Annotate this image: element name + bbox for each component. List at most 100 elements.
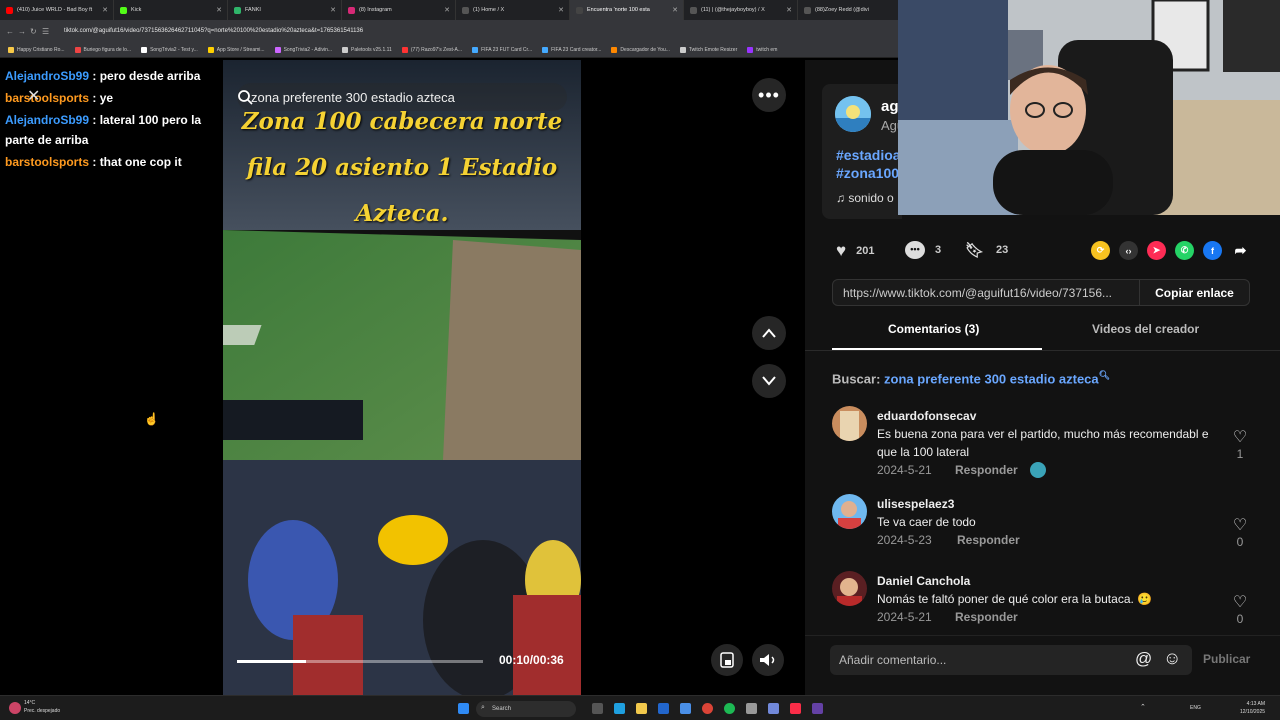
comment-username[interactable]: ulisespelaez3 (877, 497, 954, 511)
reload-icon[interactable]: ↻ (30, 27, 42, 36)
tab-1[interactable]: Kick ✕ (114, 0, 228, 20)
bookmark[interactable]: Paletools v25.1.11 (342, 46, 392, 53)
store-icon[interactable] (658, 703, 669, 714)
tab-0[interactable]: (410) Juice WRLD - Bad Boy ft ✕ (0, 0, 114, 20)
previous-video-button[interactable] (752, 316, 786, 350)
bookmark[interactable]: twitch em (747, 46, 777, 53)
chrome-icon[interactable] (702, 703, 713, 714)
related-search-query[interactable]: zona preferente 300 estadio azteca (884, 371, 1099, 386)
video-player[interactable]: zona preferente 300 estadio azteca Zona … (223, 60, 581, 695)
volume-button[interactable] (752, 644, 784, 676)
search-icon[interactable] (237, 89, 253, 105)
comment-username[interactable]: Daniel Canchola (877, 574, 970, 588)
tray-chevron-icon[interactable]: ⌃ (1140, 703, 1146, 711)
weather-widget[interactable]: 14°C Prec. despejado (24, 699, 60, 715)
more-options-button[interactable]: ••• (752, 78, 786, 112)
hashtag[interactable]: #zona100 (836, 165, 899, 181)
url-field[interactable]: tiktok.com/@aguifut16/video/737156362646… (64, 28, 363, 34)
close-tab-icon[interactable]: ✕ (216, 6, 222, 14)
share-arrow-icon[interactable]: ➦ (1231, 241, 1250, 260)
tab-creator-videos[interactable]: Videos del creador (1092, 322, 1199, 336)
comment-username[interactable]: eduardofonsecav (877, 409, 976, 423)
sound-link[interactable]: ♫ sonido o (836, 191, 894, 205)
chat-username[interactable]: AlejandroSb99 (5, 69, 89, 83)
comment-like[interactable]: ♡ 1 (1232, 427, 1248, 461)
bookmark[interactable]: Buriego figura de lo... (74, 46, 131, 53)
file-explorer-icon[interactable] (636, 703, 647, 714)
bookmark[interactable]: App Store / Streami... (207, 46, 265, 53)
comment-avatar[interactable] (832, 571, 867, 606)
close-tab-icon[interactable]: ✕ (672, 6, 678, 14)
chat-username[interactable]: AlejandroSb99 (5, 113, 89, 127)
taskbar-search[interactable]: ⌕ Search (476, 701, 576, 717)
publish-button[interactable]: Publicar (1203, 652, 1250, 666)
close-tab-icon[interactable]: ✕ (786, 6, 792, 14)
save-stat[interactable]: 🔖︎ 23 (965, 241, 1008, 259)
comment-avatar[interactable] (832, 494, 867, 529)
bookmark[interactable]: Twitch Emote Resizer (679, 46, 737, 53)
send-icon[interactable]: ➤ (1147, 241, 1166, 260)
edge-icon[interactable] (614, 703, 625, 714)
copy-link-button[interactable]: Copiar enlace (1139, 280, 1249, 305)
share-link-text[interactable]: https://www.tiktok.com/@aguifut16/video/… (833, 286, 1138, 300)
close-overlay-icon[interactable]: ✕ (27, 86, 40, 106)
bookmark[interactable]: (77) Razo97's Zest-A... (401, 46, 462, 53)
system-clock[interactable]: 4:13 AM 12/10/2025 (1240, 700, 1265, 716)
mail-icon[interactable] (680, 703, 691, 714)
chat-username[interactable]: barstoolsports (5, 91, 89, 105)
tab-3[interactable]: (8) Instagram ✕ (342, 0, 456, 20)
tab-6[interactable]: (11) | (@thejayboyboy) / X ✕ (684, 0, 798, 20)
weather-icon[interactable] (9, 702, 21, 714)
close-tab-icon[interactable]: ✕ (102, 6, 108, 14)
comment-stat[interactable]: ••• 3 (905, 241, 941, 259)
forward-icon[interactable]: → (18, 27, 30, 36)
reply-button[interactable]: Responder (955, 610, 1018, 624)
close-tab-icon[interactable]: ✕ (558, 6, 564, 14)
video-progress-bar[interactable] (237, 660, 483, 663)
close-tab-icon[interactable]: ✕ (444, 6, 450, 14)
tab-4[interactable]: (1) Home / X ✕ (456, 0, 570, 20)
language-indicator[interactable]: ENG (1190, 705, 1201, 711)
next-video-button[interactable] (752, 364, 786, 398)
windows-start-icon[interactable] (458, 703, 469, 714)
hashtag[interactable]: #estadioa (836, 147, 901, 163)
whatsapp-icon[interactable]: ✆ (1175, 241, 1194, 260)
back-icon[interactable]: ← (6, 27, 18, 36)
bookmark[interactable]: FIFA 23 Card creator... (542, 46, 601, 53)
bookmark[interactable]: Descargador de You... (611, 46, 670, 53)
tab-7[interactable]: (88)Zoey Redd (@divi (798, 0, 912, 20)
comment-like[interactable]: ♡ 0 (1232, 515, 1248, 549)
picture-in-picture-button[interactable] (711, 644, 743, 676)
close-tab-icon[interactable]: ✕ (330, 6, 336, 14)
site-info-icon[interactable]: ☰ (42, 27, 54, 36)
video-search-pill[interactable]: zona preferente 300 estadio azteca (237, 83, 567, 111)
discord-icon[interactable] (768, 703, 779, 714)
like-stat[interactable]: ♥ 201 (836, 241, 874, 261)
related-search[interactable]: Buscar: zona preferente 300 estadio azte… (832, 370, 1110, 386)
music-icon[interactable] (790, 703, 801, 714)
emoji-icon[interactable]: ☺ (1163, 648, 1181, 669)
app-icon[interactable] (746, 703, 757, 714)
creator-avatar[interactable] (835, 96, 871, 132)
chat-username[interactable]: barstoolsports (5, 155, 89, 169)
task-view-icon[interactable] (592, 703, 603, 714)
repost-icon[interactable]: ⟳ (1091, 241, 1110, 260)
bookmark[interactable]: Happy Cristiano Ro... (8, 46, 65, 53)
reply-button[interactable]: Responder (955, 463, 1018, 477)
facebook-icon[interactable]: f (1203, 241, 1222, 260)
tab-5-active[interactable]: Encuentra 'norte 100 esta ✕ (570, 0, 684, 20)
comment-like[interactable]: ♡ 0 (1232, 592, 1248, 626)
comment-avatar[interactable] (832, 406, 867, 441)
bookmark[interactable]: FIFA 23 FUT Card Cr... (472, 46, 532, 53)
tab-comments[interactable]: Comentarios (3) (888, 322, 979, 336)
creator-name[interactable]: ag (881, 98, 899, 115)
reply-button[interactable]: Responder (957, 533, 1020, 547)
tab-2[interactable]: FANKI ✕ (228, 0, 342, 20)
mention-icon[interactable]: @ (1135, 649, 1152, 669)
bookmark[interactable]: SongTrivia2 - Test y... (141, 46, 198, 53)
twitch-icon[interactable] (812, 703, 823, 714)
bookmark[interactable]: SongTrivia2 - Adivin... (274, 46, 332, 53)
embed-icon[interactable]: ‹› (1119, 241, 1138, 260)
spotify-icon[interactable] (724, 703, 735, 714)
comment-input[interactable]: Añadir comentario... @ ☺ (830, 645, 1192, 675)
